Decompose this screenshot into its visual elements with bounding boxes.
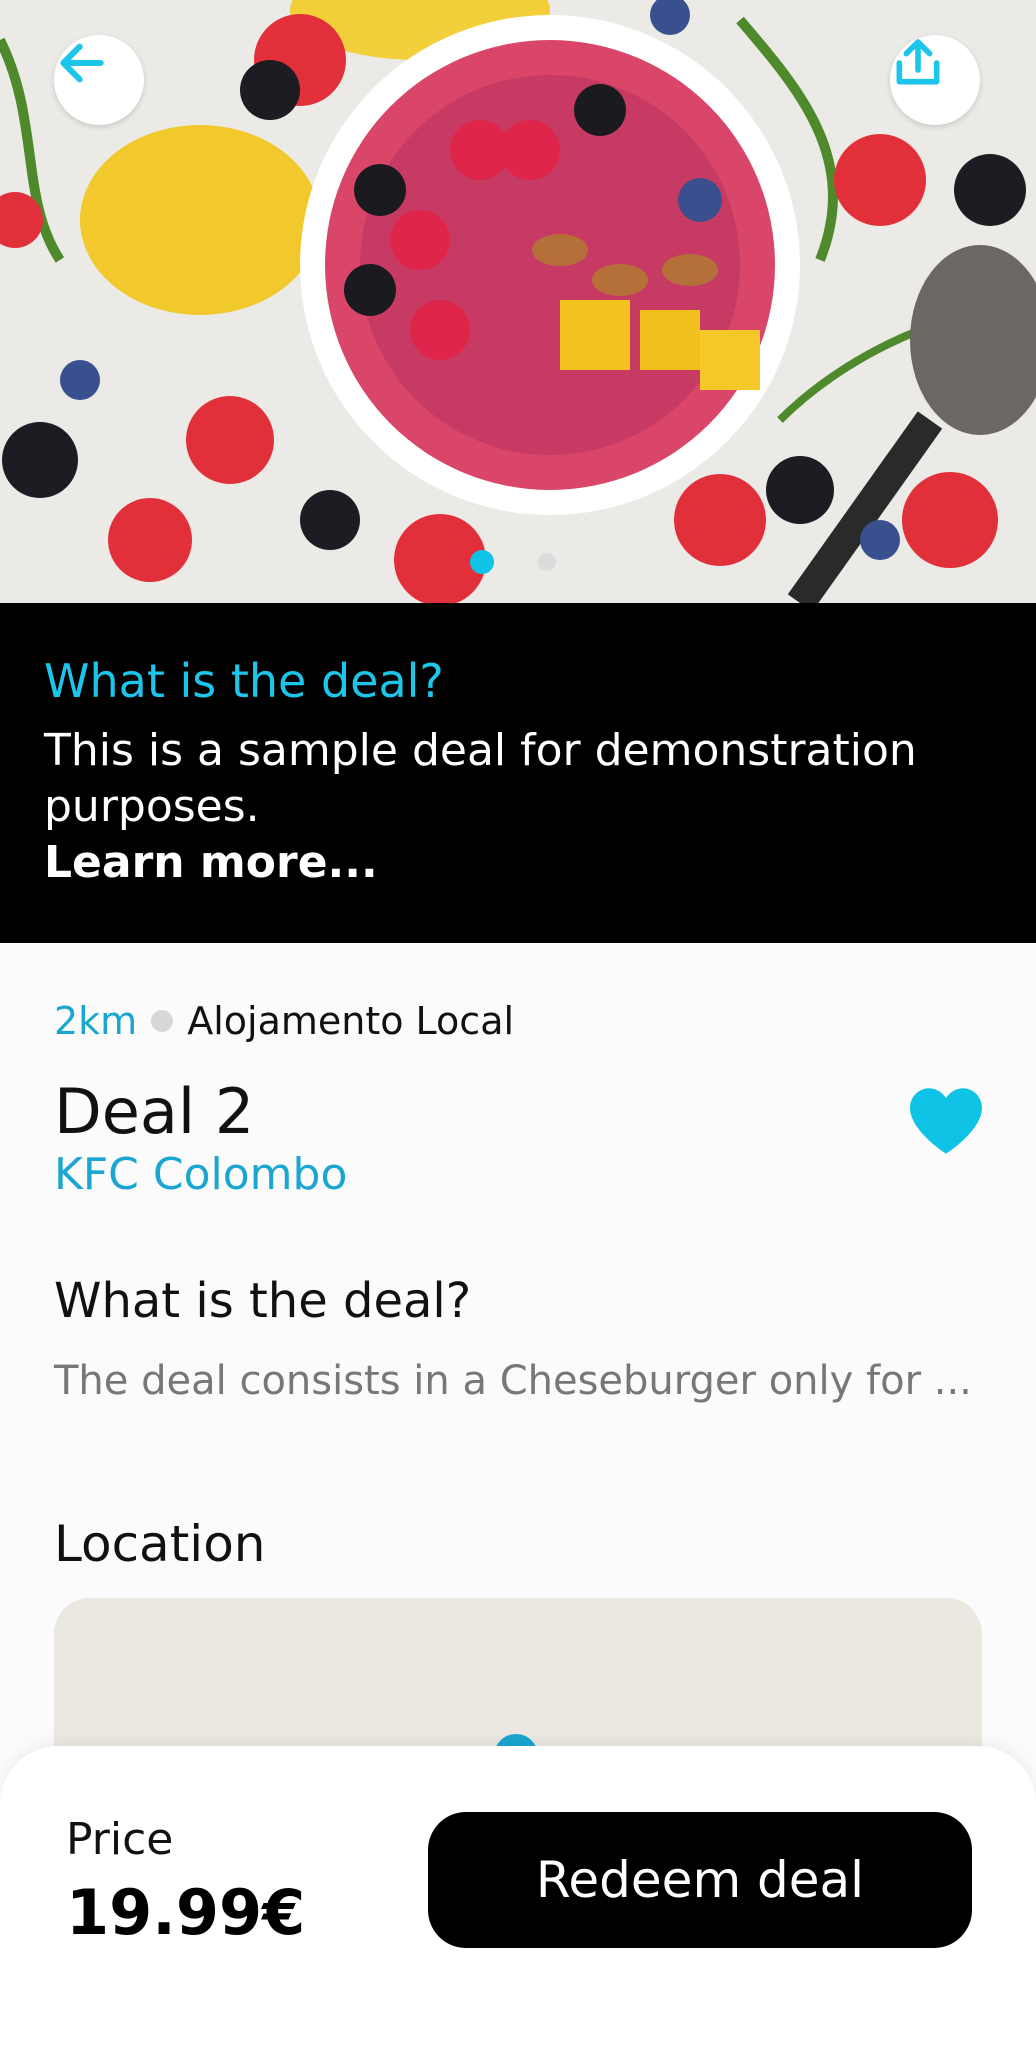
share-button[interactable] — [890, 35, 980, 125]
carousel-dot-active[interactable] — [470, 550, 494, 574]
favorite-button[interactable] — [906, 1085, 986, 1157]
deal-info-banner: What is the deal? This is a sample deal … — [0, 603, 1036, 943]
separator-dot — [151, 1010, 174, 1032]
deal-description: The deal consists in a Cheseburger only … — [54, 1358, 972, 1404]
deal-section-title: What is the deal? — [54, 1273, 472, 1329]
info-banner-title: What is the deal? — [44, 654, 444, 708]
deal-title: Deal 2 — [54, 1075, 255, 1148]
vendor-link[interactable]: KFC Colombo — [54, 1149, 347, 1200]
hero-image-carousel[interactable] — [0, 0, 1036, 603]
price-bar: Price 19.99€ Redeem deal — [0, 1746, 1036, 2048]
price-value: 19.99€ — [66, 1876, 306, 1949]
distance-label: 2km — [54, 999, 138, 1043]
redeem-deal-button[interactable]: Redeem deal — [428, 1812, 972, 1948]
learn-more-link[interactable]: Learn more... — [44, 835, 992, 891]
deal-meta-row: 2km Alojamento Local — [54, 999, 514, 1043]
heart-icon — [910, 1088, 982, 1154]
carousel-dot[interactable] — [538, 553, 556, 571]
carousel-indicator — [470, 550, 556, 574]
location-title: Location — [54, 1515, 266, 1573]
arrow-left-icon — [60, 43, 104, 83]
share-upload-icon — [896, 39, 940, 85]
info-banner-text: This is a sample deal for demonstration … — [44, 725, 917, 832]
back-button[interactable] — [54, 35, 144, 125]
price-label: Price — [66, 1814, 174, 1865]
category-label: Alojamento Local — [187, 999, 515, 1043]
hero-food-image — [0, 0, 1036, 603]
